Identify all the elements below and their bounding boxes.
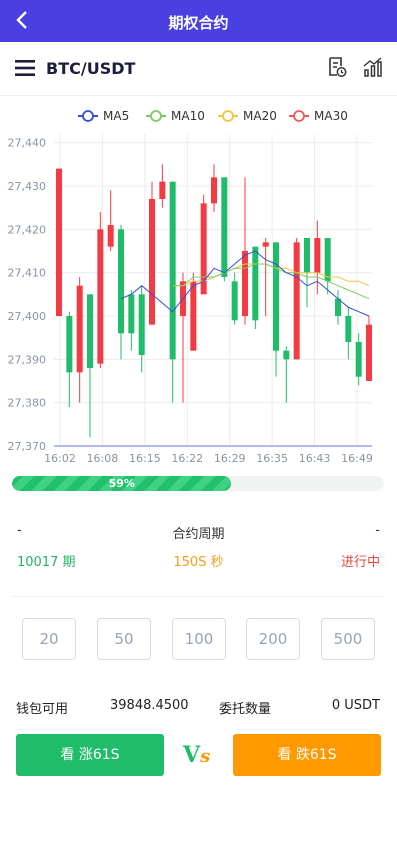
y-tick-label: 27,410: [8, 267, 47, 280]
legend-marker: [222, 110, 234, 122]
candle-body: [283, 350, 290, 360]
candle-body: [138, 294, 145, 355]
candle-body: [231, 281, 238, 321]
right-dash: -: [375, 523, 380, 538]
y-tick-label: 27,400: [8, 310, 47, 323]
x-tick-label: 16:22: [171, 452, 203, 465]
x-tick-label: 16:35: [256, 452, 288, 465]
legend-label: MA20: [243, 109, 277, 123]
candle-body: [355, 342, 362, 377]
chart-bars-icon[interactable]: [362, 56, 384, 78]
y-tick-label: 27,380: [8, 397, 47, 410]
legend-label: MA30: [314, 109, 348, 123]
y-tick-label: 27,370: [8, 440, 47, 453]
page-title: 期权合约: [168, 14, 229, 32]
candle-body: [273, 242, 279, 351]
wallet-label: 钱包可用: [16, 702, 69, 717]
candle-body: [190, 281, 197, 351]
y-tick-label: 27,420: [8, 223, 47, 236]
candle-body: [262, 242, 269, 247]
chart-svg[interactable]: 27,440 27,430 27,420 27,410 27,400 27,390 27,3…: [0, 100, 397, 472]
hamburger-menu-icon[interactable]: [15, 59, 35, 77]
y-tick-label: 27,440: [8, 137, 47, 150]
progress-label: 59%: [108, 477, 135, 490]
amount-option[interactable]: 50: [97, 618, 151, 660]
x-tick-label: 16:29: [214, 452, 246, 465]
amount-option[interactable]: 500: [321, 618, 375, 660]
buy-up-button[interactable]: 看 涨61S: [16, 734, 164, 776]
legend-label: MA5: [103, 109, 129, 123]
candle-body: [118, 229, 124, 334]
market-header: BTC/USDT: [0, 42, 397, 96]
period-seconds: 150S 秒: [173, 555, 224, 570]
entrust-amount: 0 USDT: [331, 698, 380, 713]
candle-body: [304, 238, 310, 273]
candle-body: [252, 246, 259, 321]
vs-s: s: [200, 746, 211, 767]
candlestick-chart[interactable]: 27,440 27,430 27,420 27,410 27,400 27,390 27,3…: [0, 100, 397, 472]
candle-body: [293, 242, 300, 360]
period-label: 合约周期: [172, 527, 225, 542]
x-tick-label: 16:43: [299, 452, 331, 465]
period-info-row: - 合约周期 -: [15, 523, 382, 542]
amount-options: 20 50 100 200 500: [22, 618, 376, 660]
entrust-label: 委托数量: [219, 702, 272, 717]
x-tick-label: 16:02: [44, 452, 76, 465]
candle-body: [314, 238, 321, 273]
amount-option[interactable]: 20: [22, 618, 76, 660]
x-tick-label: 16:15: [129, 452, 161, 465]
candle-body: [107, 225, 114, 247]
y-tick-label: 27,390: [8, 353, 47, 366]
candle-body: [335, 298, 341, 316]
candle-body: [159, 181, 166, 199]
amount-option[interactable]: 200: [246, 618, 300, 660]
candle-body: [149, 199, 155, 325]
vs-logo: Vs: [183, 742, 215, 772]
candle-body: [56, 168, 62, 316]
top-bar: 期权合约: [0, 0, 397, 42]
candle-body: [211, 177, 217, 204]
candle-body: [345, 316, 352, 342]
x-tick-label: 16:49: [341, 452, 373, 465]
vs-v: V: [183, 742, 201, 768]
candle-body: [76, 285, 83, 373]
candle-body: [169, 181, 176, 360]
candle-body: [128, 294, 135, 334]
legend-marker: [82, 110, 94, 122]
candle-body: [97, 229, 104, 364]
wallet-balance: 39848.4500: [110, 698, 189, 713]
candle-body: [66, 316, 73, 373]
period-status: 进行中: [340, 555, 380, 570]
legend-marker: [150, 110, 162, 122]
candle-body: [242, 251, 248, 316]
amount-option[interactable]: 100: [172, 618, 226, 660]
candle-body: [366, 324, 372, 381]
order-record-icon[interactable]: [327, 56, 347, 78]
wallet-row: 钱包可用 39848.4500 委托数量 0 USDT: [16, 698, 382, 717]
legend-label: MA10: [171, 109, 205, 123]
candle-body: [87, 294, 93, 368]
divider: [12, 596, 385, 597]
candle-body: [324, 238, 331, 282]
candle-body: [221, 177, 228, 277]
y-tick-label: 27,430: [8, 180, 47, 193]
legend-marker: [293, 110, 305, 122]
period-progress-bar: 59%: [12, 476, 384, 491]
trading-pair-label[interactable]: BTC/USDT: [46, 59, 135, 78]
buy-down-button[interactable]: 看 跌61S: [233, 734, 381, 776]
x-tick-label: 16:08: [87, 452, 119, 465]
period-status-row: 10017 期 150S 秒 进行中: [15, 551, 382, 570]
